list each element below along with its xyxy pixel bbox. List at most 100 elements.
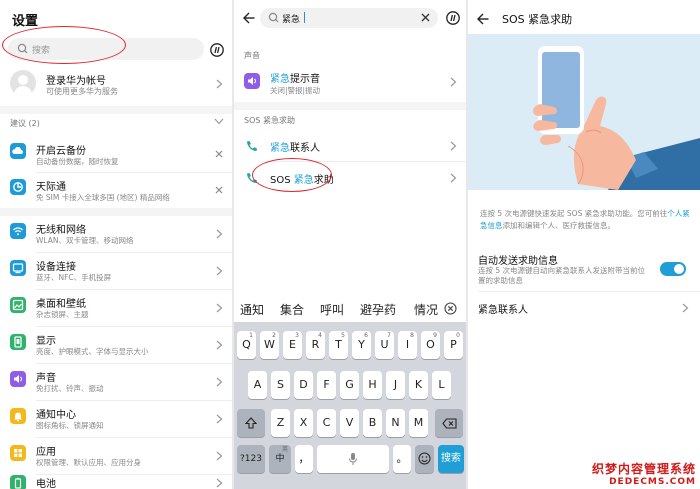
close-icon[interactable] [215,186,223,194]
candidate-word[interactable]: 通知 [240,301,264,318]
section-header-sound: 声音 [244,51,260,60]
chevron-down-icon[interactable] [214,118,224,125]
suggestion-item[interactable]: 开启云备份 自动备份数据，随时恢复 [0,138,232,172]
emergency-contacts-row[interactable]: 紧急联系人 [468,294,700,322]
settings-item-notification[interactable]: 通知中心 图标角标、锁屏通知 [0,401,232,437]
key-l[interactable]: L [432,371,451,399]
watermark-line2: DEDECMS.COM [609,477,696,487]
display-icon [10,334,26,350]
device-connect-icon [10,260,26,276]
settings-item-apps[interactable]: 应用 权限管理、默认应用、应用分身 [0,438,232,474]
auto-send-toggle[interactable] [660,262,686,276]
item-subtitle: 杂志锁屏、主题 [36,310,89,319]
key-k[interactable]: K [409,371,428,399]
assistant-icon[interactable] [446,11,460,25]
numbers-key[interactable]: ?123 [237,445,265,473]
key-p[interactable]: 0P [444,331,463,359]
search-input[interactable]: 紧急 [260,8,438,28]
microphone-icon [349,453,357,465]
emoji-key[interactable] [415,445,434,473]
annotation-circle [2,26,126,64]
candidate-word[interactable]: 避孕药 [360,301,396,318]
key-h[interactable]: H [363,371,382,399]
chevron-right-icon [216,377,223,387]
emoji-icon [418,452,431,465]
back-arrow-icon[interactable] [476,12,490,26]
search-icon [268,12,279,23]
key-z[interactable]: Z [271,409,290,437]
close-icon[interactable] [215,150,223,158]
key-m[interactable]: M [409,409,428,437]
key-t[interactable]: 5T [329,331,348,359]
settings-item-battery[interactable]: 电池 [0,474,232,489]
candidate-word[interactable]: 情况 [414,301,438,318]
key-d[interactable]: D [294,371,313,399]
assistant-icon[interactable] [210,43,224,57]
sos-description: 连按 5 次电源键快速发起 SOS 紧急求助功能。您可前往个人紧急信息添加和编辑… [480,209,690,230]
search-query: 紧急 [282,15,301,25]
suggestions-header: 建议 (2) [10,119,40,128]
page-title: 设置 [12,14,39,29]
key-s[interactable]: S [271,371,290,399]
settings-item-sound[interactable]: 声音 免打扰、铃声、振动 [0,364,232,400]
key-f[interactable]: F [317,371,336,399]
result-emergency-contacts[interactable]: 紧急联系人 [234,131,466,161]
back-arrow-icon[interactable] [242,11,256,25]
item-title: 声音 [36,373,56,384]
avatar [10,70,36,96]
item-subtitle: 免打扰、铃声、振动 [36,384,104,393]
period-key[interactable]: 。 [393,445,411,473]
chevron-right-icon [682,303,689,313]
language-key[interactable]: 英中 [269,445,291,473]
search-key[interactable]: 搜索 [438,445,464,473]
account-row[interactable]: 登录华为帐号 可使用更多华为服务 [0,66,232,106]
suggestion-title: 天际通 [36,182,66,193]
item-title: 无线和网络 [36,225,86,236]
key-i[interactable]: 8I [398,331,417,359]
key-g[interactable]: G [340,371,359,399]
candidate-bar: 通知 集合 呼叫 避孕药 情况 [234,296,466,322]
clear-icon[interactable] [421,13,430,22]
shift-key[interactable] [237,409,265,437]
key-e[interactable]: 3E [283,331,302,359]
item-title: 桌面和壁纸 [36,299,86,310]
key-q[interactable]: 1Q [237,331,256,359]
settings-item-wireless[interactable]: 无线和网络 WLAN、双卡管理、移动网络 [0,216,232,252]
key-v[interactable]: V [340,409,359,437]
key-j[interactable]: J [386,371,405,399]
settings-item-device-connect[interactable]: 设备连接 蓝牙、NFC、手机投屏 [0,253,232,289]
key-y[interactable]: 6Y [352,331,371,359]
key-x[interactable]: X [294,409,313,437]
settings-item-display[interactable]: 显示 亮度、护眼模式、字体与显示大小 [0,327,232,363]
result-subtitle: 关闭|警报|振动 [270,86,321,95]
section-gap [0,208,232,216]
key-u[interactable]: 7U [375,331,394,359]
comma-key[interactable]: ， [295,445,313,473]
chevron-right-icon [216,266,223,276]
wifi-icon [10,223,26,239]
backspace-key[interactable] [435,409,463,437]
settings-item-wallpaper[interactable]: 桌面和壁纸 杂志锁屏、主题 [0,290,232,326]
key-c[interactable]: C [317,409,336,437]
close-candidates-icon[interactable] [444,302,457,315]
result-title: 联系人 [290,143,320,154]
suggestion-item[interactable]: 天际通 免 SIM 卡接入全球多国 (地区) 精品网络 [0,174,232,208]
item-subtitle: 亮度、护眼模式、字体与显示大小 [36,347,149,356]
page-title: SOS 紧急求助 [502,13,573,26]
candidate-word[interactable]: 集合 [280,301,304,318]
candidate-word[interactable]: 呼叫 [320,301,344,318]
skytone-icon [10,179,26,195]
chevron-right-icon [216,340,223,350]
key-n[interactable]: N [386,409,405,437]
key-w[interactable]: 2W [260,331,279,359]
result-sound[interactable]: 紧急提示音 关闭|警报|振动 [234,64,466,100]
key-a[interactable]: A [248,371,267,399]
item-title: 通知中心 [36,410,76,421]
key-b[interactable]: B [363,409,382,437]
chevron-right-icon [216,451,223,461]
key-r[interactable]: 4R [306,331,325,359]
key-o[interactable]: 9O [421,331,440,359]
space-key[interactable] [317,445,389,473]
phone-icon [244,138,260,154]
text-cursor [304,12,305,23]
